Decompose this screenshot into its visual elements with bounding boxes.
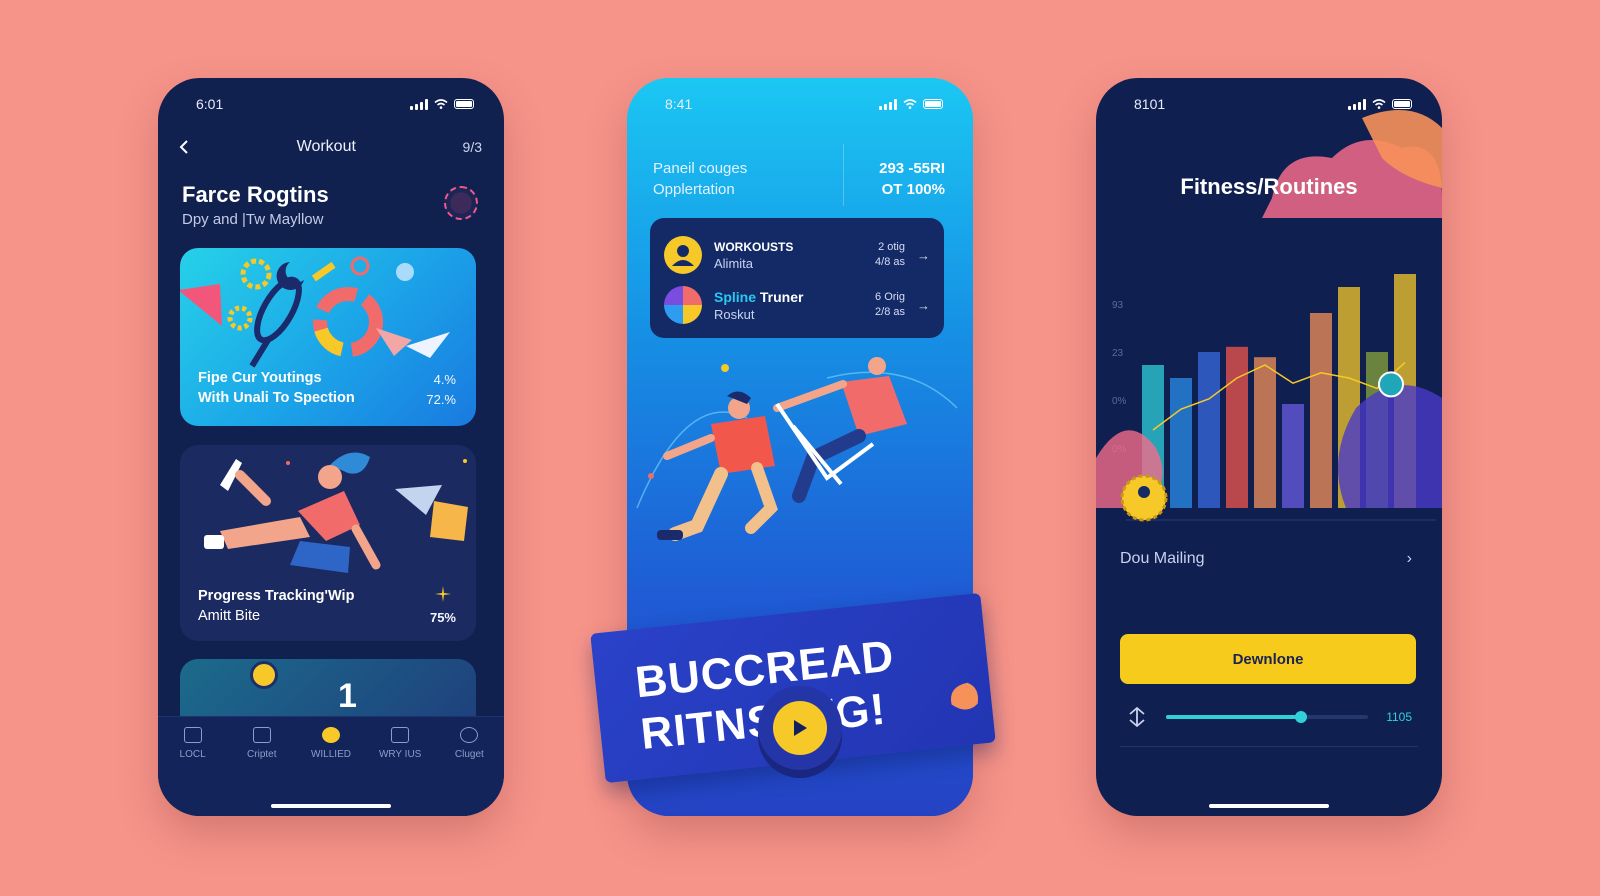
nav-header: Workout 9/3 — [178, 138, 482, 156]
back-chevron-icon[interactable] — [178, 139, 190, 155]
routine-chart: 93230%0% — [1096, 274, 1442, 522]
nav-item-cluget[interactable]: Cluget — [441, 727, 497, 816]
progress-percent: 75% — [429, 610, 456, 625]
audio-player: 1105 — [1126, 706, 1412, 728]
avatar — [250, 661, 278, 689]
y-tick-label: 0% — [1112, 396, 1127, 407]
chart-bar — [1226, 346, 1248, 508]
time-label: 1105 — [1386, 710, 1412, 724]
workout-icon — [321, 727, 340, 743]
status-bar: 6:01 — [196, 94, 474, 114]
header-counter: 9/3 — [462, 139, 482, 155]
panel-description: Paneil couges Opplertation — [653, 160, 748, 198]
status-time: 8:41 — [665, 96, 693, 112]
arrow-right-icon: → — [917, 247, 930, 263]
nav-item-criptet[interactable]: Criptet — [234, 727, 290, 816]
play-button[interactable] — [758, 686, 842, 770]
slider-handle[interactable] — [1295, 711, 1308, 723]
chart-bar — [1282, 404, 1304, 508]
avatar — [664, 236, 702, 274]
wifi-icon — [434, 99, 448, 109]
bottom-nav: LOCL Criptet WILLIED WRY IUS Cluget — [158, 716, 504, 816]
phone-routines-screen: 8101 Fitness/Routines 93230%0% Dou Maili… — [1096, 78, 1442, 816]
play-icon — [773, 701, 827, 755]
wifi-icon — [903, 99, 917, 109]
home-icon — [391, 727, 410, 743]
chart-marker[interactable] — [1378, 371, 1404, 398]
signal-icon — [879, 98, 897, 110]
exercise-illustration — [204, 452, 468, 573]
leaf-icon — [950, 682, 979, 710]
page-title: Fitness/Routines — [1180, 174, 1358, 199]
sparkle-icon — [435, 586, 451, 602]
chart-bar — [1170, 378, 1192, 508]
status-time: 6:01 — [196, 96, 224, 112]
share-icon[interactable] — [1126, 706, 1148, 728]
routine-card[interactable]: Fipe Cur Youtings With Unali To Spection… — [180, 248, 476, 426]
header-title: Workout — [296, 138, 356, 155]
signal-icon — [410, 98, 428, 110]
list-item[interactable]: Dou Mailing › — [1120, 550, 1412, 568]
avatar[interactable] — [444, 186, 478, 220]
chart-bar — [1254, 357, 1276, 508]
page-title: Farce Rogtins — [182, 182, 329, 207]
battery-icon — [923, 99, 943, 109]
cards-icon — [252, 727, 271, 743]
list-item[interactable]: Spline Truner Roskut 6 Orig 2/8 as → — [664, 280, 930, 330]
progress-card[interactable]: Progress Tracking'Wip Amitt Bite 75% — [180, 445, 476, 641]
download-button[interactable]: Dewnlone — [1120, 634, 1416, 684]
home-indicator — [271, 804, 391, 808]
home-indicator — [1209, 804, 1329, 808]
card-title: Progress Tracking'Wip — [198, 588, 355, 604]
user-icon — [1138, 486, 1150, 498]
panel-stat: 293 -55RI OT 100% — [879, 160, 945, 198]
chart-bar — [1310, 313, 1332, 508]
phone-promo-screen: 8:41 Paneil couges Opplertation 293 -55R… — [590, 78, 996, 816]
nav-item-locl[interactable]: LOCL — [165, 727, 221, 816]
battery-icon — [454, 99, 474, 109]
athletes-illustration — [636, 357, 958, 541]
status-bar: 8:41 — [665, 94, 943, 114]
decorative-blob — [1262, 110, 1442, 218]
divider — [1120, 746, 1418, 747]
page-subtitle: Dpy and |Tw Mayllow — [182, 211, 324, 228]
card-stat-1: 4.% — [433, 372, 456, 387]
y-tick-label: 23 — [1112, 348, 1124, 359]
card-number: 1 — [338, 677, 357, 715]
avatar — [664, 286, 702, 324]
chart-bar — [1198, 352, 1220, 508]
progress-fill — [1166, 715, 1302, 719]
chevron-right-icon: › — [1406, 550, 1412, 567]
nav-item-willied[interactable]: WILLIED — [303, 727, 359, 816]
card-stat-2: 72.% — [426, 392, 456, 407]
phone-workout-screen: 6:01 Workout 9/3 Farce Rogtins Dpy and |… — [158, 78, 504, 816]
image-icon — [183, 727, 202, 743]
list-item[interactable]: WORKOUSTS Alimita 2 otig 4/8 as → — [664, 230, 930, 280]
fitness-illustration — [180, 256, 450, 368]
card-title: Fipe Cur Youtings — [198, 370, 322, 386]
card-subtitle: With Unali To Spection — [198, 390, 355, 406]
status-time: 8101 — [1134, 96, 1166, 112]
workout-list: WORKOUSTS Alimita 2 otig 4/8 as → Spline… — [650, 218, 944, 338]
search-icon — [460, 727, 479, 743]
y-tick-label: 93 — [1112, 300, 1124, 311]
nav-item-wry-ius[interactable]: WRY IUS — [372, 727, 428, 816]
card-subtitle: Amitt Bite — [198, 608, 261, 624]
divider — [843, 144, 844, 206]
arrow-right-icon: → — [917, 297, 930, 313]
progress-slider[interactable] — [1166, 711, 1369, 723]
user-icon — [672, 245, 694, 266]
